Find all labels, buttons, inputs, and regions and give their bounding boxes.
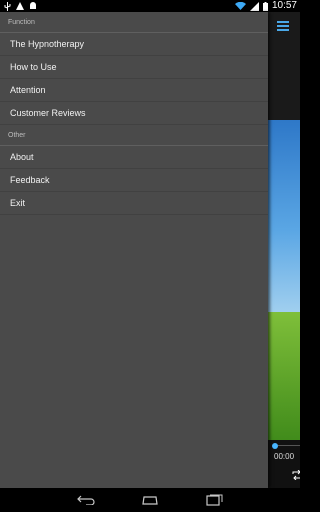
navigation-drawer: Function The Hypnotherapy How to Use Att… [0,12,268,488]
android-icon [29,0,37,12]
menu-item-how-to-use[interactable]: How to Use [0,56,268,79]
background-app-header [268,12,300,120]
section-header-function: Function [0,12,268,33]
menu-item-customer-reviews[interactable]: Customer Reviews [0,102,268,125]
background-field-image [268,312,300,444]
menu-item-about[interactable]: About [0,146,268,169]
signal-icon [249,0,259,12]
home-icon[interactable] [140,492,160,508]
warning-icon [16,0,24,12]
hamburger-menu-icon[interactable] [277,21,289,31]
wifi-icon [234,0,246,12]
status-bar-clock: 10:57 [271,0,297,11]
seek-bar-thumb[interactable] [272,443,278,449]
usb-icon [4,0,11,12]
menu-item-exit[interactable]: Exit [0,192,268,215]
background-app: 00:00 [268,12,300,488]
player-time-label: 00:00 [274,452,295,461]
player-controls: 00:00 [268,440,300,488]
recent-apps-icon[interactable] [204,492,224,508]
background-sky-image [268,120,300,320]
back-icon[interactable] [76,492,96,508]
status-bar-right-icons: 10:57 [234,0,297,12]
status-bar-left-icons [4,0,37,12]
seek-bar-track[interactable] [278,445,300,446]
repeat-icon[interactable] [292,470,300,480]
section-header-other: Other [0,125,268,146]
menu-item-feedback[interactable]: Feedback [0,169,268,192]
system-nav-bar [0,488,300,512]
battery-icon [262,0,268,12]
menu-item-the-hypnotherapy[interactable]: The Hypnotherapy [0,33,268,56]
status-bar: 10:57 [0,0,300,12]
menu-item-attention[interactable]: Attention [0,79,268,102]
